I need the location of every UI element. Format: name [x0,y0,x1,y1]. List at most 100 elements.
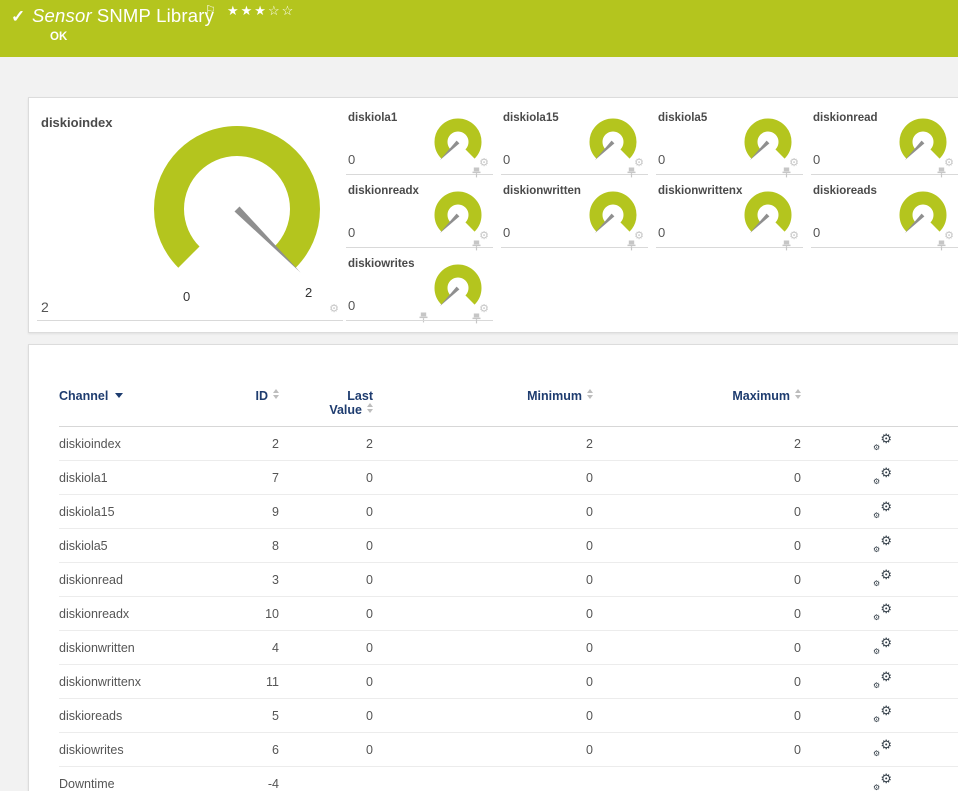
channel-last-value-cell: 0 [279,698,373,733]
column-header-actions [801,389,958,427]
channel-maximum-cell [593,766,801,791]
column-header-channel[interactable]: Channel [59,389,249,427]
channel-minimum-cell: 0 [373,732,593,767]
gauge-tile: diskioreads 0 ⚙ [811,182,958,251]
channel-name-cell: diskioindex [59,426,249,461]
gauge-label: diskionwrittenx [658,185,743,197]
channel-minimum-cell: 0 [373,562,593,597]
gauge-tile: diskionwritten 0 ⚙ [501,182,648,251]
gauge-dial [434,264,482,307]
primary-gauge-tile: diskioindex 0 2 2 ⚙ [37,109,428,323]
pin-icon[interactable] [937,240,946,251]
gauge-label: diskionwritten [503,185,581,197]
channel-last-value-cell: 0 [279,460,373,495]
channel-actions-cell: ⚙ ⚙ [801,426,958,461]
pin-icon[interactable] [782,240,791,251]
gauge-value: 0 [348,225,356,240]
edit-channel-settings-icon[interactable]: ⚙ ⚙ [873,466,892,486]
channel-id-cell: 8 [249,528,279,563]
channel-row: diskiola5 8 0 0 0 ⚙ ⚙ [59,528,958,563]
gauge-label: diskiola15 [503,112,559,124]
channel-actions-cell: ⚙ ⚙ [801,630,958,665]
gauge-label: diskiowrites [348,258,415,270]
pin-icon[interactable] [472,167,481,178]
gauge-dial [434,118,482,161]
channel-minimum-cell: 0 [373,596,593,631]
gauge-tile: diskiola5 0 ⚙ [656,109,803,178]
edit-channel-settings-icon[interactable]: ⚙ ⚙ [873,602,892,622]
gauge-dial [899,191,947,234]
edit-channel-settings-icon[interactable]: ⚙ ⚙ [873,636,892,656]
channel-id-cell: 10 [249,596,279,631]
edit-channel-settings-icon[interactable]: ⚙ ⚙ [873,738,892,758]
edit-channel-settings-icon[interactable]: ⚙ ⚙ [873,500,892,520]
edit-channel-settings-icon[interactable]: ⚙ ⚙ [873,432,892,452]
sort-desc-caret-icon [115,393,124,398]
channel-name-cell: Downtime [59,766,249,791]
channel-last-value-cell: 0 [279,630,373,665]
channel-last-value-cell: 0 [279,664,373,699]
channel-maximum-cell: 2 [593,426,801,461]
gauge-value: 2 [41,299,49,315]
edit-channel-settings-icon[interactable]: ⚙ ⚙ [873,704,892,724]
gauge-value: 0 [348,298,356,313]
channel-table-body: diskioindex 2 2 2 2 ⚙ ⚙ diskiola1 7 0 0 0… [59,426,958,791]
channel-row: diskionwrittenx 11 0 0 0 ⚙ ⚙ [59,664,958,699]
pin-icon[interactable] [472,240,481,251]
gauge-settings-gear-icon[interactable]: ⚙ [329,304,339,315]
channel-maximum-cell: 0 [593,528,801,563]
pin-icon[interactable] [782,167,791,178]
small-gauge-grid: diskiola1 0 ⚙ diskiola15 0 ⚙ diskiola5 0… [346,109,958,324]
pin-icon[interactable] [472,313,481,324]
gauge-dial [899,118,947,161]
channel-id-cell: 9 [249,494,279,529]
column-header-minimum[interactable]: Minimum [373,389,593,427]
channel-id-cell: 4 [249,630,279,665]
gauge-tile: diskionread 0 ⚙ [811,109,958,178]
column-header-id[interactable]: ID [249,389,279,427]
sort-icon [273,389,279,399]
channel-last-value-cell: 0 [279,528,373,563]
pin-icon[interactable] [627,240,636,251]
pin-icon[interactable] [627,167,636,178]
pin-icon[interactable] [937,167,946,178]
edit-channel-settings-icon[interactable]: ⚙ ⚙ [873,568,892,588]
sensor-status-header: ✓ Sensor SNMP Library ⚐ ★★★☆☆ OK [0,0,958,57]
gauge-value: 0 [813,225,821,240]
channel-row: Downtime -4 ⚙ ⚙ [59,766,958,791]
channel-name-cell: diskiola1 [59,460,249,495]
channel-minimum-cell: 0 [373,698,593,733]
channel-maximum-cell: 0 [593,732,801,767]
channel-name-cell: diskionwrittenx [59,664,249,699]
gauge-label: diskioindex [41,115,113,130]
edit-channel-settings-icon[interactable]: ⚙ ⚙ [873,534,892,554]
channel-id-cell: 5 [249,698,279,733]
gauge-tile: diskiowrites 0 ⚙ [346,255,493,324]
channel-name-cell: diskionread [59,562,249,597]
gauge-tile: diskionwrittenx 0 ⚙ [656,182,803,251]
edit-channel-settings-icon[interactable]: ⚙ ⚙ [873,670,892,690]
column-header-last-value[interactable]: Last Value [279,389,373,427]
channel-name-cell: diskionwritten [59,630,249,665]
channel-minimum-cell: 0 [373,664,593,699]
gauge-label: diskionreadx [348,185,419,197]
channel-minimum-cell: 0 [373,494,593,529]
edit-channel-settings-icon[interactable]: ⚙ ⚙ [873,772,892,791]
channel-minimum-cell: 2 [373,426,593,461]
gauge-label: diskionread [813,112,878,124]
gauge-tile: diskiola15 0 ⚙ [501,109,648,178]
channel-row: diskioindex 2 2 2 2 ⚙ ⚙ [59,426,958,461]
column-header-maximum[interactable]: Maximum [593,389,801,427]
gauge-scale-max: 2 [305,285,313,300]
sort-icon [587,389,593,399]
rating-stars[interactable]: ★★★☆☆ [227,3,295,19]
gauge-value: 0 [813,152,821,167]
channel-minimum-cell [373,766,593,791]
channel-actions-cell: ⚙ ⚙ [801,562,958,597]
gauge-label: diskioreads [813,185,877,197]
channel-last-value-cell: 0 [279,732,373,767]
flag-icon[interactable]: ⚐ [205,3,216,17]
gauge-value: 0 [658,225,666,240]
gauge-dial [744,191,792,234]
channel-minimum-cell: 0 [373,460,593,495]
